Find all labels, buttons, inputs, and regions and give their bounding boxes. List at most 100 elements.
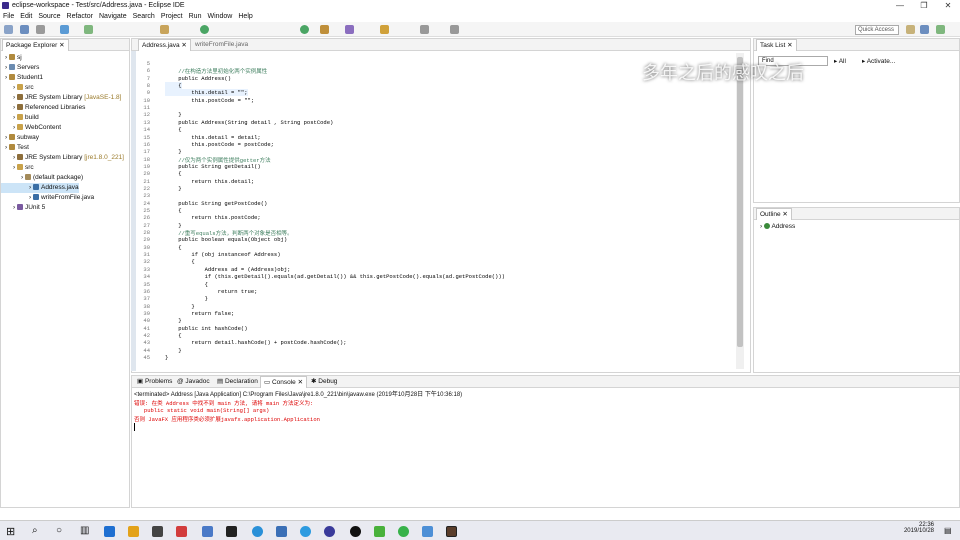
close-icon[interactable]: ✕: [296, 379, 303, 386]
cortana-icon[interactable]: ○: [56, 525, 62, 536]
close-icon[interactable]: ✕: [785, 42, 792, 49]
code-line[interactable]: return detail.hashCode() + postCode.hash…: [165, 339, 346, 346]
tab-writefromfile-java[interactable]: writeFromFile.java: [192, 39, 251, 51]
open-type-icon[interactable]: [320, 25, 329, 34]
code-line[interactable]: return true;: [165, 288, 258, 295]
app-icon[interactable]: [300, 526, 311, 537]
code-line[interactable]: }: [165, 185, 181, 192]
tree-item[interactable]: › JRE System Library [jre1.8.0_221]: [1, 153, 124, 163]
menu-source[interactable]: Source: [38, 13, 60, 20]
tree-item[interactable]: › JRE System Library [JavaSE-1.8]: [1, 93, 121, 103]
tab-task-list[interactable]: Task List ✕: [756, 39, 797, 51]
code-line[interactable]: }: [165, 303, 194, 310]
menu-navigate[interactable]: Navigate: [99, 13, 127, 20]
java-perspective-icon[interactable]: [920, 25, 929, 34]
tab-package-explorer[interactable]: Package Explorer ✕: [2, 39, 69, 51]
maximize-button[interactable]: ❐: [912, 0, 936, 11]
close-icon[interactable]: ✕: [180, 42, 186, 49]
app-icon[interactable]: [252, 526, 263, 537]
task-view-icon[interactable]: ▥: [80, 525, 89, 536]
debug-perspective-icon[interactable]: [936, 25, 945, 34]
app-icon[interactable]: [324, 526, 335, 537]
app-icon[interactable]: [202, 526, 213, 537]
code-line[interactable]: public boolean equals(Object obj): [165, 236, 287, 243]
minimize-button[interactable]: —: [888, 0, 912, 11]
tab-address-java[interactable]: Address.java ✕: [138, 39, 191, 51]
app-icon[interactable]: [398, 526, 409, 537]
menu-edit[interactable]: Edit: [20, 13, 32, 20]
qq-icon[interactable]: [226, 526, 237, 537]
close-button[interactable]: ✕: [936, 0, 960, 11]
app-icon[interactable]: [176, 526, 187, 537]
app-icon[interactable]: [422, 526, 433, 537]
code-line[interactable]: {: [165, 170, 181, 177]
quick-access-input[interactable]: Quick Access: [855, 25, 899, 35]
code-line[interactable]: {: [165, 281, 208, 288]
forward-icon[interactable]: [450, 25, 459, 34]
tree-item[interactable]: › writeFromFile.java: [1, 193, 94, 203]
code-line[interactable]: {: [165, 126, 181, 133]
code-line[interactable]: public Address(String detail , String po…: [165, 119, 333, 126]
code-line[interactable]: }: [165, 347, 181, 354]
windows-start-icon[interactable]: ⊞: [6, 525, 15, 538]
tab-problems[interactable]: ▣ Problems: [134, 376, 175, 388]
menu-run[interactable]: Run: [189, 13, 202, 20]
edge-icon[interactable]: [104, 526, 115, 537]
tree-item[interactable]: › JUnit 5: [1, 203, 45, 213]
eclipse-taskbar-icon[interactable]: [446, 526, 457, 537]
tree-item[interactable]: › Test: [1, 143, 29, 153]
code-line[interactable]: if (obj instanceof Address): [165, 251, 280, 258]
code-line[interactable]: return this.detail;: [165, 178, 254, 185]
tree-item[interactable]: › src: [1, 163, 34, 173]
close-icon[interactable]: ✕: [781, 211, 787, 218]
code-line[interactable]: }: [165, 295, 208, 302]
annotation-icon[interactable]: [380, 25, 389, 34]
code-line[interactable]: this.postCode = postCode;: [165, 141, 274, 148]
scrollbar-thumb[interactable]: [737, 57, 743, 347]
menu-refactor[interactable]: Refactor: [67, 13, 93, 20]
code-line[interactable]: {: [165, 207, 181, 214]
app-icon[interactable]: [374, 526, 385, 537]
debug-icon[interactable]: [60, 25, 69, 34]
tree-item[interactable]: › WebContent: [1, 123, 61, 133]
menu-search[interactable]: Search: [133, 13, 155, 20]
tree-item[interactable]: › sj: [1, 53, 22, 63]
code-line[interactable]: public String getPostCode(): [165, 200, 267, 207]
tab-declaration[interactable]: ▤ Declaration: [214, 376, 261, 388]
search-icon[interactable]: [345, 25, 354, 34]
menu-window[interactable]: Window: [207, 13, 232, 20]
code-line[interactable]: }: [165, 317, 181, 324]
new-java-project-icon[interactable]: [160, 25, 169, 34]
code-line[interactable]: public String getDetail(): [165, 163, 261, 170]
code-line[interactable]: public int hashCode(): [165, 325, 247, 332]
outline-item-address[interactable]: › Address: [760, 223, 795, 230]
code-line[interactable]: {: [165, 82, 182, 90]
code-line[interactable]: this.detail = "";: [165, 89, 248, 97]
save-icon[interactable]: [20, 25, 29, 34]
close-icon[interactable]: ✕: [59, 42, 64, 49]
tree-item[interactable]: › Student1: [1, 73, 43, 83]
tree-item[interactable]: › (default package): [1, 173, 83, 183]
tab-debug[interactable]: ✱ Debug: [308, 376, 340, 388]
new-icon[interactable]: [4, 25, 13, 34]
tree-item[interactable]: › build: [1, 113, 39, 123]
tree-item[interactable]: › Address.java: [1, 183, 79, 193]
code-line[interactable]: return false;: [165, 310, 234, 317]
code-line[interactable]: {: [165, 244, 181, 251]
code-line[interactable]: public Address(): [165, 75, 231, 82]
system-clock[interactable]: 22:36 2019/10/28: [896, 522, 934, 534]
launch-icon[interactable]: [300, 25, 309, 34]
task-filter-all[interactable]: ▸ All: [834, 57, 846, 65]
tree-item[interactable]: › Referenced Libraries: [1, 103, 85, 113]
tree-item[interactable]: › src: [1, 83, 34, 93]
run-icon[interactable]: [84, 25, 93, 34]
code-line[interactable]: this.postCode = "";: [165, 97, 254, 104]
code-line[interactable]: }: [165, 148, 181, 155]
tab-outline[interactable]: Outline ✕: [756, 208, 792, 220]
notification-icon[interactable]: ▤: [944, 526, 952, 535]
code-line[interactable]: {: [165, 258, 194, 265]
tree-item[interactable]: › Servers: [1, 63, 39, 73]
code-line[interactable]: }: [165, 111, 181, 118]
perspective-icon[interactable]: [906, 25, 915, 34]
task-activate-link[interactable]: ▸ Activate...: [862, 57, 895, 65]
